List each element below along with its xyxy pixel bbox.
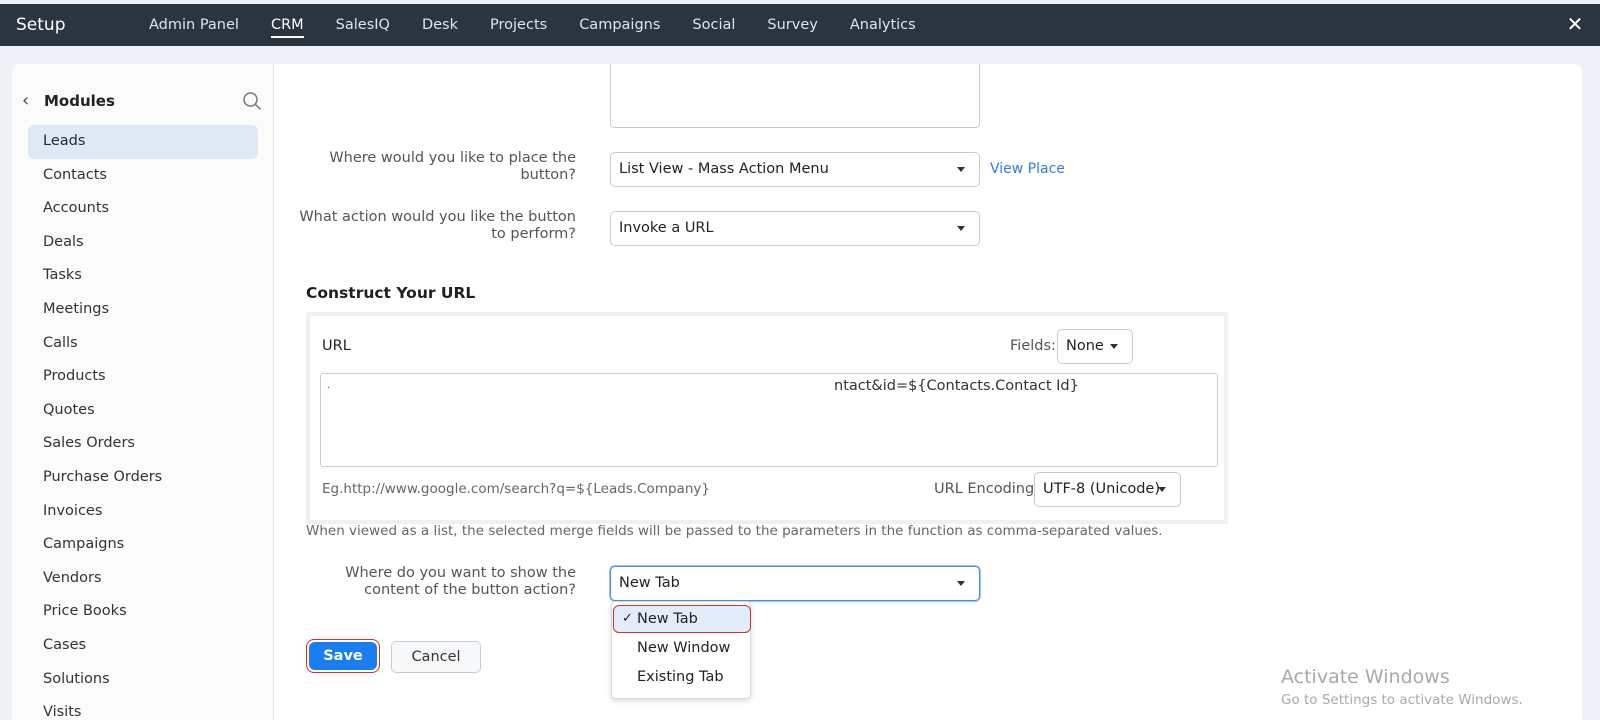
place-select-value: List View - Mass Action Menu <box>619 161 829 177</box>
show-content-value: New Tab <box>619 575 680 591</box>
action-select[interactable]: Invoke a URL <box>610 211 980 246</box>
dropdown-option-existing-tab[interactable]: Existing Tab <box>637 669 724 685</box>
fields-select[interactable]: None <box>1057 329 1133 364</box>
show-content-dropdown: ✓ New Tab New Window Existing Tab <box>611 601 751 699</box>
fields-select-value: None <box>1066 338 1104 354</box>
action-select-value: Invoke a URL <box>619 220 714 236</box>
url-encoding-select[interactable]: UTF-8 (Unicode) <box>1034 472 1181 507</box>
sidebar-item-calls[interactable]: Calls <box>28 327 258 361</box>
sidebar-item-tasks[interactable]: Tasks <box>28 259 258 293</box>
sidebar-item-products[interactable]: Products <box>28 360 258 394</box>
check-icon: ✓ <box>622 611 633 626</box>
sidebar-item-invoices[interactable]: Invoices <box>28 495 258 529</box>
url-encoding-label: URL Encoding: <box>934 481 1040 497</box>
place-select[interactable]: List View - Mass Action Menu <box>610 152 980 187</box>
activate-windows-watermark: Activate Windows Go to Settings to activ… <box>1281 666 1523 708</box>
dropdown-option-new-tab[interactable]: New Tab <box>637 611 698 627</box>
merge-fields-hint: When viewed as a list, the selected merg… <box>306 523 1163 539</box>
save-button[interactable]: Save <box>306 639 380 673</box>
sidebar-item-purchase-orders[interactable]: Purchase Orders <box>28 461 258 495</box>
sidebar-item-price-books[interactable]: Price Books <box>28 595 258 629</box>
sidebar-item-sales-orders[interactable]: Sales Orders <box>28 427 258 461</box>
sidebar-item-leads[interactable]: Leads <box>28 125 258 159</box>
sidebar-item-cases[interactable]: Cases <box>28 629 258 663</box>
nav-desk[interactable]: Desk <box>406 4 474 46</box>
caret-down-icon <box>957 167 965 172</box>
caret-down-icon <box>957 226 965 231</box>
url-label: URL <box>322 338 351 354</box>
module-list: Leads Contacts Accounts Deals Tasks Meet… <box>28 125 258 720</box>
nav-projects[interactable]: Projects <box>474 4 563 46</box>
main-panel: ‹ Modules Leads Contacts Accounts Deals … <box>12 64 1582 720</box>
close-icon[interactable]: ✕ <box>1564 13 1586 35</box>
construct-url-heading: Construct Your URL <box>306 284 476 302</box>
fields-label: Fields: <box>1010 338 1056 354</box>
search-icon[interactable] <box>242 91 262 111</box>
sidebar-item-vendors[interactable]: Vendors <box>28 562 258 596</box>
top-nav: Admin Panel CRM SalesIQ Desk Projects Ca… <box>133 4 932 46</box>
sidebar-item-accounts[interactable]: Accounts <box>28 192 258 226</box>
form-content: Where would you like to place the button… <box>274 64 1582 720</box>
watermark-line1: Activate Windows <box>1281 666 1450 688</box>
nav-admin-panel[interactable]: Admin Panel <box>133 4 255 46</box>
url-encoding-value: UTF-8 (Unicode) <box>1043 481 1160 497</box>
nav-social[interactable]: Social <box>676 4 751 46</box>
place-question-label: Where would you like to place the button… <box>329 150 576 183</box>
show-content-select[interactable]: New Tab <box>610 566 980 601</box>
setup-title: Setup <box>16 15 66 35</box>
show-question-label: Where do you want to show the content of… <box>345 565 576 598</box>
sidebar-item-campaigns[interactable]: Campaigns <box>28 528 258 562</box>
caret-down-icon <box>957 581 965 586</box>
nav-survey[interactable]: Survey <box>751 4 833 46</box>
caret-down-icon <box>1158 487 1166 492</box>
caret-down-icon <box>1110 344 1118 349</box>
description-textarea[interactable] <box>610 64 980 128</box>
sidebar-header: ‹ Modules <box>22 90 262 114</box>
nav-salesiq[interactable]: SalesIQ <box>320 4 406 46</box>
nav-crm[interactable]: CRM <box>255 4 320 46</box>
url-text-start: . <box>327 380 331 391</box>
chevron-left-icon[interactable]: ‹ <box>22 90 29 111</box>
url-textarea[interactable]: . ntact&id=${Contacts.Contact Id} <box>320 373 1218 467</box>
dropdown-option-new-window[interactable]: New Window <box>637 640 730 656</box>
sidebar-item-visits[interactable]: Visits <box>28 696 258 720</box>
sidebar-item-deals[interactable]: Deals <box>28 226 258 260</box>
top-nav-bar: Setup Admin Panel CRM SalesIQ Desk Proje… <box>0 4 1600 46</box>
sidebar-item-meetings[interactable]: Meetings <box>28 293 258 327</box>
save-button-label: Save <box>309 642 377 670</box>
modules-sidebar: ‹ Modules Leads Contacts Accounts Deals … <box>12 64 274 720</box>
action-question-label: What action would you like the button to… <box>299 209 576 242</box>
sidebar-item-contacts[interactable]: Contacts <box>28 159 258 193</box>
nav-campaigns[interactable]: Campaigns <box>563 4 676 46</box>
watermark-line2: Go to Settings to activate Windows. <box>1281 692 1523 708</box>
url-builder-box: URL Fields: None . ntact&id=${Contacts.C… <box>306 312 1228 524</box>
view-place-link[interactable]: View Place <box>990 161 1065 177</box>
nav-analytics[interactable]: Analytics <box>834 4 932 46</box>
cancel-button[interactable]: Cancel <box>391 641 481 673</box>
sidebar-item-solutions[interactable]: Solutions <box>28 663 258 697</box>
url-example-text: Eg.http://www.google.com/search?q=${Lead… <box>322 481 710 497</box>
sidebar-item-quotes[interactable]: Quotes <box>28 394 258 428</box>
sidebar-title: Modules <box>44 92 115 110</box>
url-text-value: ntact&id=${Contacts.Contact Id} <box>834 378 1079 394</box>
